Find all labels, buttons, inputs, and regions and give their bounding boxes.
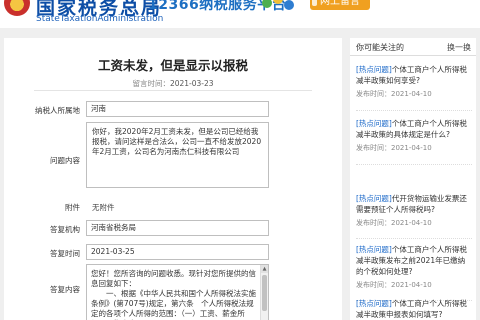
divider — [356, 238, 472, 239]
hot-topic-tag[interactable]: [热点问题] — [356, 65, 392, 74]
attachment-label: 附件 — [65, 203, 80, 212]
reply-content-box[interactable]: 您好！您所咨询的问题收悉。现针对您所提供的信息回复如下： 一、根据《中华人民共和… — [86, 264, 269, 320]
post-time: 留言时间：2021-03-23 — [4, 78, 342, 89]
scroll-up-arrow-icon[interactable]: ▲ — [261, 265, 268, 273]
post-time-label: 留言时间： — [132, 79, 170, 88]
reply-time-label: 答复时间 — [50, 249, 80, 258]
reply-content-label: 答复内容 — [50, 285, 80, 294]
publish-date: 发布时间：2021-04-10 — [356, 281, 432, 289]
location-field: 河南 — [86, 101, 269, 117]
publish-date: 发布时间：2021-04-10 — [356, 219, 432, 227]
refresh-link[interactable]: 换一换 — [447, 42, 471, 53]
question-label: 问题内容 — [50, 156, 80, 165]
reply-org-label: 答复机构 — [50, 225, 80, 234]
divider — [356, 110, 472, 111]
publish-date: 发布时间：2021-04-10 — [356, 144, 432, 152]
publish-date: 发布时间：2021-04-10 — [356, 90, 432, 98]
online-message-button[interactable]: 网上留言 — [310, 0, 370, 10]
title-divider — [34, 90, 312, 91]
scrollbar-thumb[interactable] — [262, 275, 267, 311]
list-item[interactable]: [热点问题]个体工商户个人所得税减半政策发布之前2021年已缴纳的个税如何处理?… — [356, 244, 472, 290]
list-item[interactable]: [热点问题]代开货物运输业发票还需要预征个人所得税吗? 发布时间：2021-04… — [356, 193, 472, 228]
question-content-field: 你好，我2020年2月工资未发，但是公司已经给我报税，请问这样是合法么，公司一直… — [86, 122, 269, 188]
reply-scrollbar[interactable]: ▲ — [260, 265, 268, 320]
post-time-value: 2021-03-23 — [169, 79, 214, 88]
reply-time-field: 2021-03-25 — [86, 244, 269, 260]
divider — [356, 164, 472, 165]
hot-topic-tag[interactable]: [热点问题] — [356, 194, 392, 203]
location-label: 纳税人所属地 — [35, 106, 80, 115]
related-questions-sidebar: 你可能关注的 换一换 [热点问题]个体工商户个人所得税减半政策如何享受? 发布时… — [350, 38, 476, 320]
list-item[interactable]: [热点问题]个体工商户个人所得税减半政策申报表如何填写? — [356, 298, 472, 320]
reply-content-text: 您好！您所咨询的问题收悉。现针对您所提供的信息回复如下： 一、根据《中华人民共和… — [91, 269, 256, 320]
attachment-value: 无附件 — [92, 203, 115, 212]
list-item[interactable]: [热点问题]个体工商户个人所得税减半政策的具体规定是什么? 发布时间：2021-… — [356, 118, 472, 153]
question-detail-panel: 工资未发，但是显示以报税 留言时间：2021-03-23 纳税人所属地 河南 问… — [4, 38, 342, 320]
hot-topic-tag[interactable]: [热点问题] — [356, 119, 392, 128]
page-title: 工资未发，但是显示以报税 — [97, 58, 248, 73]
list-item[interactable]: [热点问题]个体工商户个人所得税减半政策如何享受? 发布时间：2021-04-1… — [356, 64, 472, 99]
national-emblem-icon — [4, 0, 30, 16]
hot-topic-tag[interactable]: [热点问题] — [356, 245, 392, 254]
mascot-decoration-icon — [262, 0, 302, 14]
reply-org-field: 河南省税务局 — [86, 220, 269, 236]
site-header: 国家税务总局 StateTaxationAdministration 12366… — [0, 0, 480, 28]
hot-topic-tag[interactable]: [热点问题] — [356, 299, 392, 308]
sidebar-header: 你可能关注的 换一换 — [350, 38, 476, 56]
sidebar-title: 你可能关注的 — [356, 43, 404, 52]
site-title-en: StateTaxationAdministration — [36, 14, 164, 24]
